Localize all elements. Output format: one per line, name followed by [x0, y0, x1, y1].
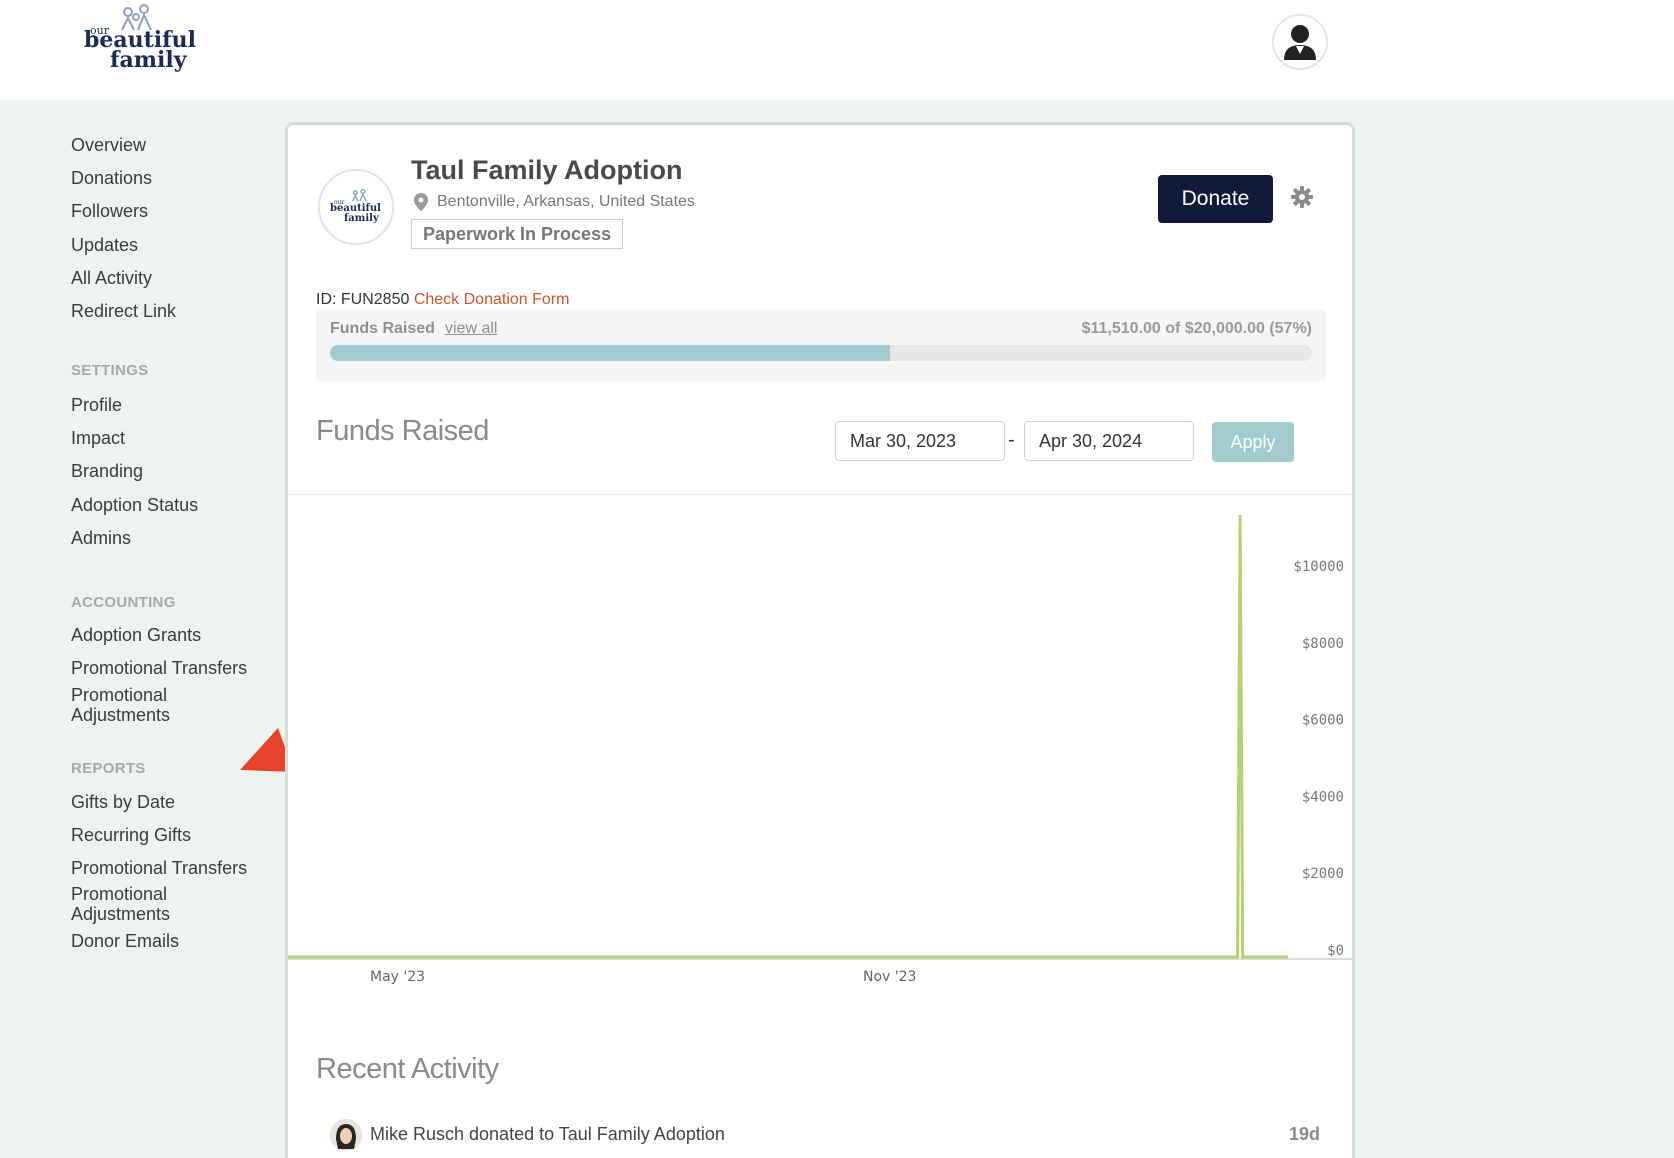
location-pin-icon — [414, 193, 428, 211]
funds-raised-title: Funds Raised — [316, 415, 489, 447]
sidebar-item-gifts-by-date[interactable]: Gifts by Date — [71, 791, 175, 813]
activity-text: Mike Rusch donated to Taul Family Adopti… — [370, 1124, 725, 1144]
progress-amount: $11,510.00 of $20,000.00 (57%) — [1081, 320, 1312, 337]
fund-logo-text-family: family — [344, 213, 379, 224]
chart-y-tick-label: $10000 — [1293, 559, 1344, 575]
sidebar-item-impact[interactable]: Impact — [71, 427, 125, 449]
progress-track — [330, 345, 1312, 361]
fund-id: ID: FUN2850 — [316, 291, 410, 308]
sidebar-item-promotional-adjustments[interactable]: Promotional Adjustments — [71, 685, 191, 725]
recent-activity-title: Recent Activity — [316, 1053, 499, 1085]
fund-logo: our beautiful family — [318, 169, 394, 245]
sidebar-item-donations[interactable]: Donations — [71, 167, 152, 189]
fund-id-line: ID: FUN2850 Check Donation Form — [316, 291, 569, 309]
date-range-separator: - — [1008, 429, 1015, 451]
chart-y-tick-label: $8000 — [1302, 636, 1344, 652]
progress-label: Funds Raised — [330, 320, 435, 337]
logo-text-family: family — [110, 47, 187, 73]
apply-button[interactable]: Apply — [1212, 422, 1294, 462]
sidebar-item-promotional-transfers[interactable]: Promotional Transfers — [71, 657, 247, 679]
view-all-link[interactable]: view all — [445, 320, 497, 338]
sidebar-item-redirect-link[interactable]: Redirect Link — [71, 300, 176, 322]
start-date-input[interactable]: Mar 30, 2023 — [835, 421, 1005, 461]
chart-x-tick-label: May '23 — [370, 969, 425, 985]
chart-y-tick-label: $6000 — [1302, 713, 1344, 729]
sidebar-heading-accounting: ACCOUNTING — [71, 594, 176, 611]
sidebar-item-overview[interactable]: Overview — [71, 134, 146, 156]
sidebar-item-followers[interactable]: Followers — [71, 200, 148, 222]
fund-location: Bentonville, Arkansas, United States — [437, 193, 695, 210]
status-badge: Paperwork In Process — [411, 219, 624, 249]
chart-y-tick-label: $4000 — [1302, 789, 1344, 805]
check-donation-form-link[interactable]: Check Donation Form — [414, 291, 570, 308]
sidebar-item-updates[interactable]: Updates — [71, 234, 138, 256]
sidebar-item-donor-emails[interactable]: Donor Emails — [71, 930, 179, 952]
sidebar-item-admins[interactable]: Admins — [71, 527, 131, 549]
sidebar-item-recurring-gifts[interactable]: Recurring Gifts — [71, 824, 191, 846]
sidebar-item-branding[interactable]: Branding — [71, 460, 143, 482]
chart-y-tick-label: $2000 — [1302, 866, 1344, 882]
top-bar: our beautiful family — [0, 0, 1674, 100]
gear-icon[interactable] — [1290, 185, 1314, 209]
fund-title: Taul Family Adoption — [411, 155, 683, 185]
donate-button[interactable]: Donate — [1158, 175, 1273, 223]
sidebar-item-adoption-grants[interactable]: Adoption Grants — [71, 624, 201, 646]
progress-fill — [330, 345, 890, 361]
sidebar-item-all-activity[interactable]: All Activity — [71, 267, 152, 289]
user-avatar-icon[interactable] — [1272, 14, 1328, 70]
sidebar-heading-settings: SETTINGS — [71, 362, 149, 379]
brand-logo[interactable]: our beautiful family — [82, 4, 196, 74]
list-item[interactable]: Mike Rusch donated to Taul Family Adopti… — [330, 1119, 1320, 1155]
fund-card: our beautiful family Taul Family Adoptio… — [285, 122, 1355, 1158]
chart-x-tick-label: Nov '23 — [863, 969, 916, 985]
funds-chart: $0 $2000 $4000 $6000 $8000 $10000 May '23 Nov '… — [288, 494, 1352, 1002]
sidebar-item-adoption-status[interactable]: Adoption Status — [71, 494, 198, 516]
activity-time: 19d — [1288, 1124, 1320, 1144]
chart-y-tick-label: $0 — [1327, 943, 1344, 959]
sidebar-item-report-promotional-transfers[interactable]: Promotional Transfers — [71, 857, 247, 879]
sidebar-heading-reports: REPORTS — [71, 760, 146, 777]
family-figures-icon — [351, 189, 367, 202]
funds-progress: Funds Raised view all $11,510.00 of $20,… — [316, 309, 1326, 381]
donor-avatar — [330, 1119, 362, 1151]
sidebar-item-profile[interactable]: Profile — [71, 394, 122, 416]
chart-series-line — [288, 514, 1288, 959]
funds-chart-svg: $0 $2000 $4000 $6000 $8000 $10000 May '23 Nov '… — [288, 514, 1352, 985]
sidebar-item-report-promotional-adjustments[interactable]: Promotional Adjustments — [71, 884, 191, 924]
end-date-input[interactable]: Apr 30, 2024 — [1024, 421, 1194, 461]
